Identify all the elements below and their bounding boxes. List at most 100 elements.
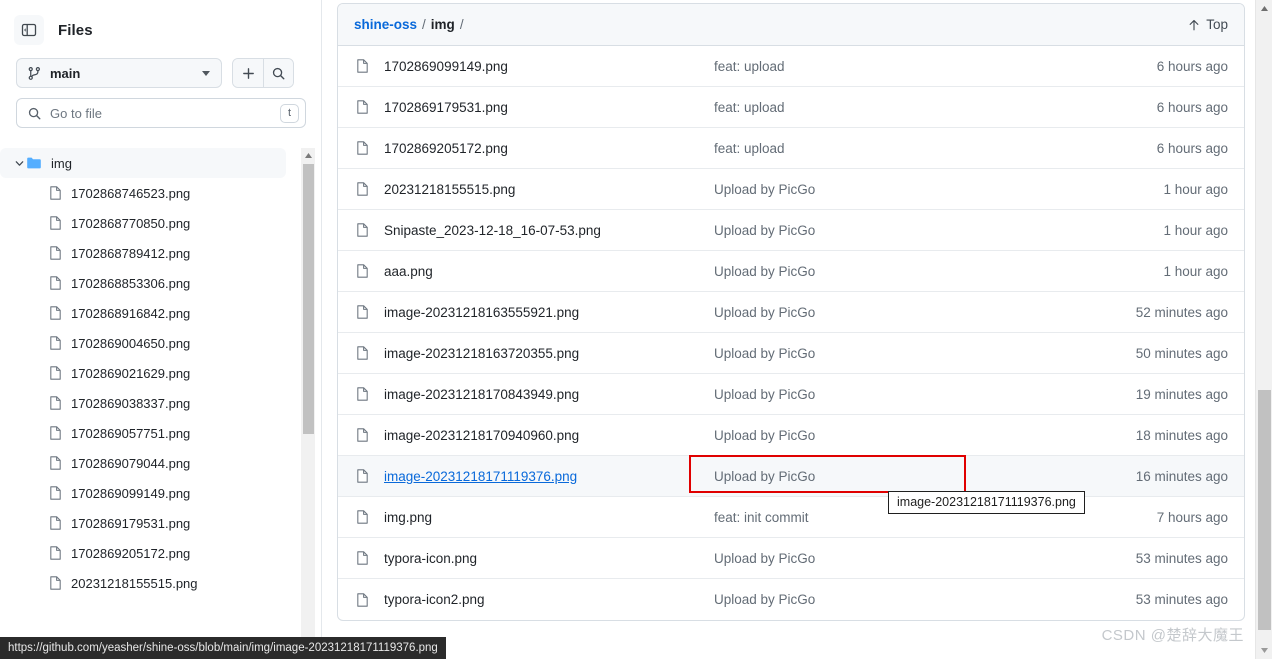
table-row[interactable]: image-20231218163720355.png Upload by Pic… (338, 333, 1244, 374)
file-icon (48, 455, 63, 471)
file-list-panel: shine-oss / img / Top 1702869099149.png f… (337, 3, 1245, 621)
commit-message: Upload by PicGo (714, 263, 816, 279)
commit-message: Upload by PicGo (714, 592, 816, 607)
table-row[interactable]: image-20231218170843949.png Upload by Pic… (338, 374, 1244, 415)
file-name-link[interactable]: 1702869179531.png (384, 100, 714, 115)
file-name-link[interactable]: typora-icon.png (384, 551, 714, 566)
tree-file-row[interactable]: 1702869179531.png (0, 508, 286, 538)
file-name-link[interactable]: image-20231218171119376.png (384, 469, 714, 484)
file-name-link[interactable]: Snipaste_2023-12-18_16-07-53.png (384, 223, 714, 238)
tree-file-row[interactable]: 1702869004650.png (0, 328, 286, 358)
file-icon (48, 335, 63, 351)
tree-file-row[interactable]: 1702868746523.png (0, 178, 286, 208)
commit-message: Upload by PicGo (714, 468, 816, 484)
table-row[interactable]: image-20231218163555921.png Upload by Pic… (338, 292, 1244, 333)
window-scrollbar-thumb[interactable] (1258, 390, 1271, 630)
tree-file-row[interactable]: 1702868853306.png (0, 268, 286, 298)
file-icon (355, 58, 370, 74)
table-row[interactable]: 1702869205172.png feat: upload 6 hours ago (338, 128, 1244, 169)
commit-time: 52 minutes ago (1135, 304, 1228, 320)
file-name-link[interactable]: 1702869099149.png (384, 59, 714, 74)
tree-file-row[interactable]: 1702869099149.png (0, 478, 286, 508)
file-name-link[interactable]: aaa.png (384, 264, 714, 279)
commit-message: feat: upload (714, 58, 785, 74)
commit-message: Upload by PicGo (714, 181, 816, 197)
tree-file-row[interactable]: 1702868789412.png (0, 238, 286, 268)
tree-file-row[interactable]: 20231218155515.png (0, 568, 286, 598)
table-row[interactable]: image-20231218171119376.png Upload by Pic… (338, 456, 1244, 497)
commit-time: 16 minutes ago (1135, 468, 1228, 484)
tree-file-row[interactable]: 1702869038337.png (0, 388, 286, 418)
table-row[interactable]: 1702869099149.png feat: upload 6 hours ago (338, 46, 1244, 87)
breadcrumb-folder[interactable]: img (431, 17, 455, 32)
go-to-file-input[interactable]: Go to file t (16, 98, 306, 128)
tree-item-label: 1702869021629.png (71, 365, 191, 381)
status-bar-url: https://github.com/yeasher/shine-oss/blo… (0, 637, 446, 659)
file-icon (48, 245, 63, 261)
tree-file-row[interactable]: 1702868916842.png (0, 298, 286, 328)
commit-time: 6 hours ago (1156, 140, 1228, 156)
window-scrollbar[interactable] (1255, 0, 1272, 659)
chevron-down-icon[interactable] (12, 158, 26, 169)
table-row[interactable]: aaa.png Upload by PicGo 1 hour ago (338, 251, 1244, 292)
file-name-link[interactable]: img.png (384, 510, 714, 525)
table-row[interactable]: 20231218155515.png Upload by PicGo 1 hour … (338, 169, 1244, 210)
table-row[interactable]: image-20231218170940960.png Upload by Pic… (338, 415, 1244, 456)
file-icon (48, 185, 63, 201)
file-icon (355, 304, 370, 320)
file-name-link[interactable]: typora-icon2.png (384, 592, 714, 607)
file-icon (48, 305, 63, 321)
add-file-button[interactable] (233, 59, 263, 87)
file-name-link[interactable]: image-20231218163555921.png (384, 305, 714, 320)
file-icon (355, 222, 370, 238)
branch-name: main (50, 65, 81, 81)
commit-time: 53 minutes ago (1135, 592, 1228, 607)
commit-message: Upload by PicGo (714, 386, 816, 402)
tree-item-label: 1702869099149.png (71, 485, 191, 501)
search-files-button[interactable] (263, 59, 293, 87)
file-name-link[interactable]: image-20231218170843949.png (384, 387, 714, 402)
branch-row: main (0, 58, 322, 88)
table-row[interactable]: typora-icon2.png Upload by PicGo 53 minute… (338, 579, 1244, 620)
file-icon (48, 275, 63, 291)
file-name-link[interactable]: 20231218155515.png (384, 182, 714, 197)
commit-time: 1 hour ago (1163, 222, 1228, 238)
breadcrumb-repo-link[interactable]: shine-oss (354, 17, 417, 32)
table-row[interactable]: typora-icon.png Upload by PicGo 53 minutes… (338, 538, 1244, 579)
tree-item-label: 1702868789412.png (71, 245, 191, 261)
tree-file-row[interactable]: 1702869079044.png (0, 448, 286, 478)
file-name-link[interactable]: image-20231218170940960.png (384, 428, 714, 443)
file-name-link[interactable]: image-20231218163720355.png (384, 346, 714, 361)
triangle-down-icon[interactable] (1256, 642, 1272, 659)
commit-message: feat: upload (714, 99, 785, 115)
triangle-up-icon[interactable] (301, 148, 315, 162)
link-tooltip: image-20231218171119376.png (888, 491, 1085, 514)
tree-folder-row[interactable]: img (0, 148, 286, 178)
commit-time: 19 minutes ago (1135, 386, 1228, 402)
table-row[interactable]: img.png feat: init commit 7 hours ago (338, 497, 1244, 538)
sidebar-divider (321, 0, 322, 659)
tree-item-label: 1702868746523.png (71, 185, 191, 201)
commit-time: 1 hour ago (1163, 263, 1228, 279)
tree-item-label: 1702869004650.png (71, 335, 191, 351)
sidebar-scrollbar[interactable] (301, 148, 315, 640)
file-rows: 1702869099149.png feat: upload 6 hours ago… (338, 46, 1244, 620)
tree-item-label: 20231218155515.png (71, 575, 198, 591)
tree-item-label: 1702869038337.png (71, 395, 191, 411)
sidebar-scrollbar-thumb[interactable] (303, 164, 314, 434)
sidebar-collapse-icon[interactable] (14, 15, 44, 45)
table-row[interactable]: Snipaste_2023-12-18_16-07-53.png Upload b… (338, 210, 1244, 251)
tree-file-row[interactable]: 1702869057751.png (0, 418, 286, 448)
file-icon (355, 345, 370, 361)
file-name-link[interactable]: 1702869205172.png (384, 141, 714, 156)
tree-file-row[interactable]: 1702868770850.png (0, 208, 286, 238)
file-icon (48, 545, 63, 561)
arrow-up-icon (1187, 18, 1201, 32)
triangle-up-icon[interactable] (1256, 0, 1272, 17)
tree-file-row[interactable]: 1702869021629.png (0, 358, 286, 388)
back-to-top-button[interactable]: Top (1187, 17, 1228, 32)
watermark: CSDN @楚辞大魔王 (1101, 627, 1244, 644)
table-row[interactable]: 1702869179531.png feat: upload 6 hours ago (338, 87, 1244, 128)
branch-selector[interactable]: main (16, 58, 222, 88)
tree-file-row[interactable]: 1702869205172.png (0, 538, 286, 568)
